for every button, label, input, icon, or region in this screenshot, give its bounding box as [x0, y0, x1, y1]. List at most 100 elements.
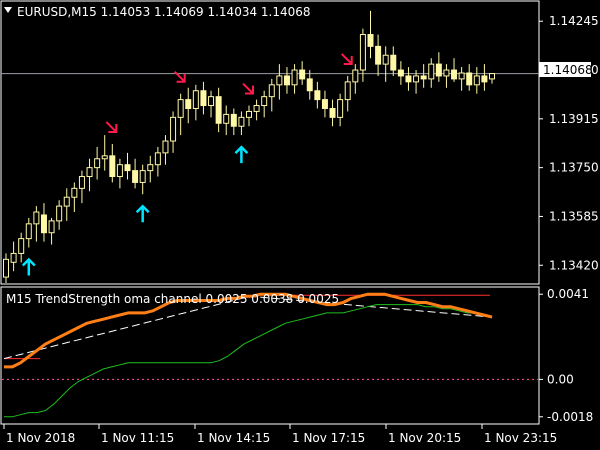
candle — [78, 170, 85, 204]
down-arrow-icon — [105, 121, 118, 133]
candle-body — [405, 75, 412, 83]
candle — [246, 105, 252, 127]
candle-body — [3, 258, 9, 278]
indicator-tick-label: 0.0041 — [547, 287, 589, 301]
main-price-axis[interactable]: 1.142451.140801.139151.137501.135851.134… — [539, 14, 599, 272]
price-tick-label: 1.13750 — [549, 161, 599, 175]
candle-body — [443, 69, 450, 77]
time-tick-label: 1 Nov 17:15 — [292, 431, 365, 445]
candle — [321, 90, 328, 118]
candle — [443, 64, 450, 88]
candle-body — [268, 84, 275, 98]
price-tick-label: 1.13420 — [549, 258, 599, 272]
time-tick-label: 1 Nov 2018 — [6, 431, 75, 445]
time-axis[interactable]: 1 Nov 2018 1 Nov 11:15 1 Nov 14:15 1 Nov 17… — [3, 424, 557, 445]
candle — [101, 135, 108, 171]
candle — [33, 206, 40, 242]
candle — [48, 217, 55, 245]
candle-body — [458, 72, 465, 80]
candle-body — [48, 220, 55, 234]
candle — [18, 232, 25, 263]
candle — [71, 182, 78, 213]
candle-body — [344, 81, 351, 101]
candle — [124, 152, 131, 180]
candle — [63, 188, 70, 221]
candle-body — [481, 75, 488, 83]
candle — [481, 64, 488, 91]
candle — [86, 158, 93, 192]
candle — [185, 87, 192, 124]
candle-body — [329, 107, 336, 118]
candle-body — [208, 96, 215, 107]
current-price-tag: 1.14068 — [539, 62, 593, 77]
candle-body — [223, 113, 230, 124]
candle-body — [261, 96, 268, 107]
indicator-tick-label: -0.0018 — [547, 410, 593, 424]
chart-window[interactable]: 1.142451.140801.139151.137501.135851.134… — [0, 0, 600, 450]
up-arrow-icon — [234, 145, 249, 164]
candle — [238, 111, 245, 136]
candle-body — [170, 116, 177, 142]
indicator-tick-label: 0.00 — [547, 372, 574, 386]
candle-body — [154, 152, 161, 166]
price-tick-label: 1.13915 — [549, 112, 599, 126]
candle — [223, 105, 230, 136]
collapse-triangle-icon[interactable] — [4, 7, 12, 13]
candle-body — [177, 99, 184, 118]
candle — [458, 67, 465, 91]
down-arrow-icon — [242, 82, 254, 95]
candle — [435, 52, 442, 82]
candle — [473, 67, 480, 94]
candle-body — [116, 164, 123, 178]
candle-body — [78, 176, 85, 189]
candle — [147, 155, 154, 183]
candle-body — [109, 155, 116, 178]
time-tick-label: 1 Nov 23:15 — [484, 431, 557, 445]
candle-body — [337, 99, 344, 118]
candle — [382, 46, 389, 82]
candle — [291, 64, 298, 94]
candle-body — [428, 63, 435, 80]
candle — [344, 75, 351, 112]
green-trend-line — [4, 304, 493, 418]
candle — [276, 64, 283, 100]
candle — [10, 241, 17, 272]
candle — [306, 70, 313, 100]
candle — [268, 78, 275, 112]
candle-body — [94, 158, 101, 169]
candle — [261, 90, 268, 118]
candle-body — [314, 90, 321, 101]
candle-body — [473, 75, 480, 86]
candle-body — [124, 164, 131, 172]
candle-body — [147, 164, 154, 172]
candle-body — [215, 96, 222, 124]
time-tick-label: 1 Nov 11:15 — [101, 431, 174, 445]
candle-body — [10, 252, 17, 263]
candle-body — [139, 170, 146, 183]
candle-body — [71, 187, 78, 198]
up-arrow-icon — [21, 257, 36, 276]
candle — [170, 111, 177, 153]
down-arrow-icon — [341, 53, 353, 65]
candle-body — [63, 196, 70, 207]
candle — [375, 34, 382, 76]
candle-body — [466, 72, 473, 86]
candle-body — [238, 116, 245, 127]
candle-body — [185, 99, 192, 109]
candle — [230, 108, 237, 136]
indicator-axis[interactable]: 0.0041 0.00 -0.0018 — [539, 287, 593, 424]
candle — [192, 84, 199, 121]
candle-body — [306, 78, 313, 92]
candle — [352, 64, 359, 94]
candle-body — [200, 90, 207, 107]
candle-body — [291, 69, 298, 86]
candle-body — [413, 75, 420, 83]
indicator-label: M15 TrendStrength oma channel 0.0025 0.0… — [6, 292, 339, 306]
candle-body — [435, 63, 442, 77]
candle-body — [132, 170, 139, 183]
candle-body — [246, 110, 252, 118]
candle — [56, 200, 63, 230]
candle-body — [25, 223, 32, 240]
candle-body — [162, 140, 169, 154]
candle — [314, 81, 321, 109]
